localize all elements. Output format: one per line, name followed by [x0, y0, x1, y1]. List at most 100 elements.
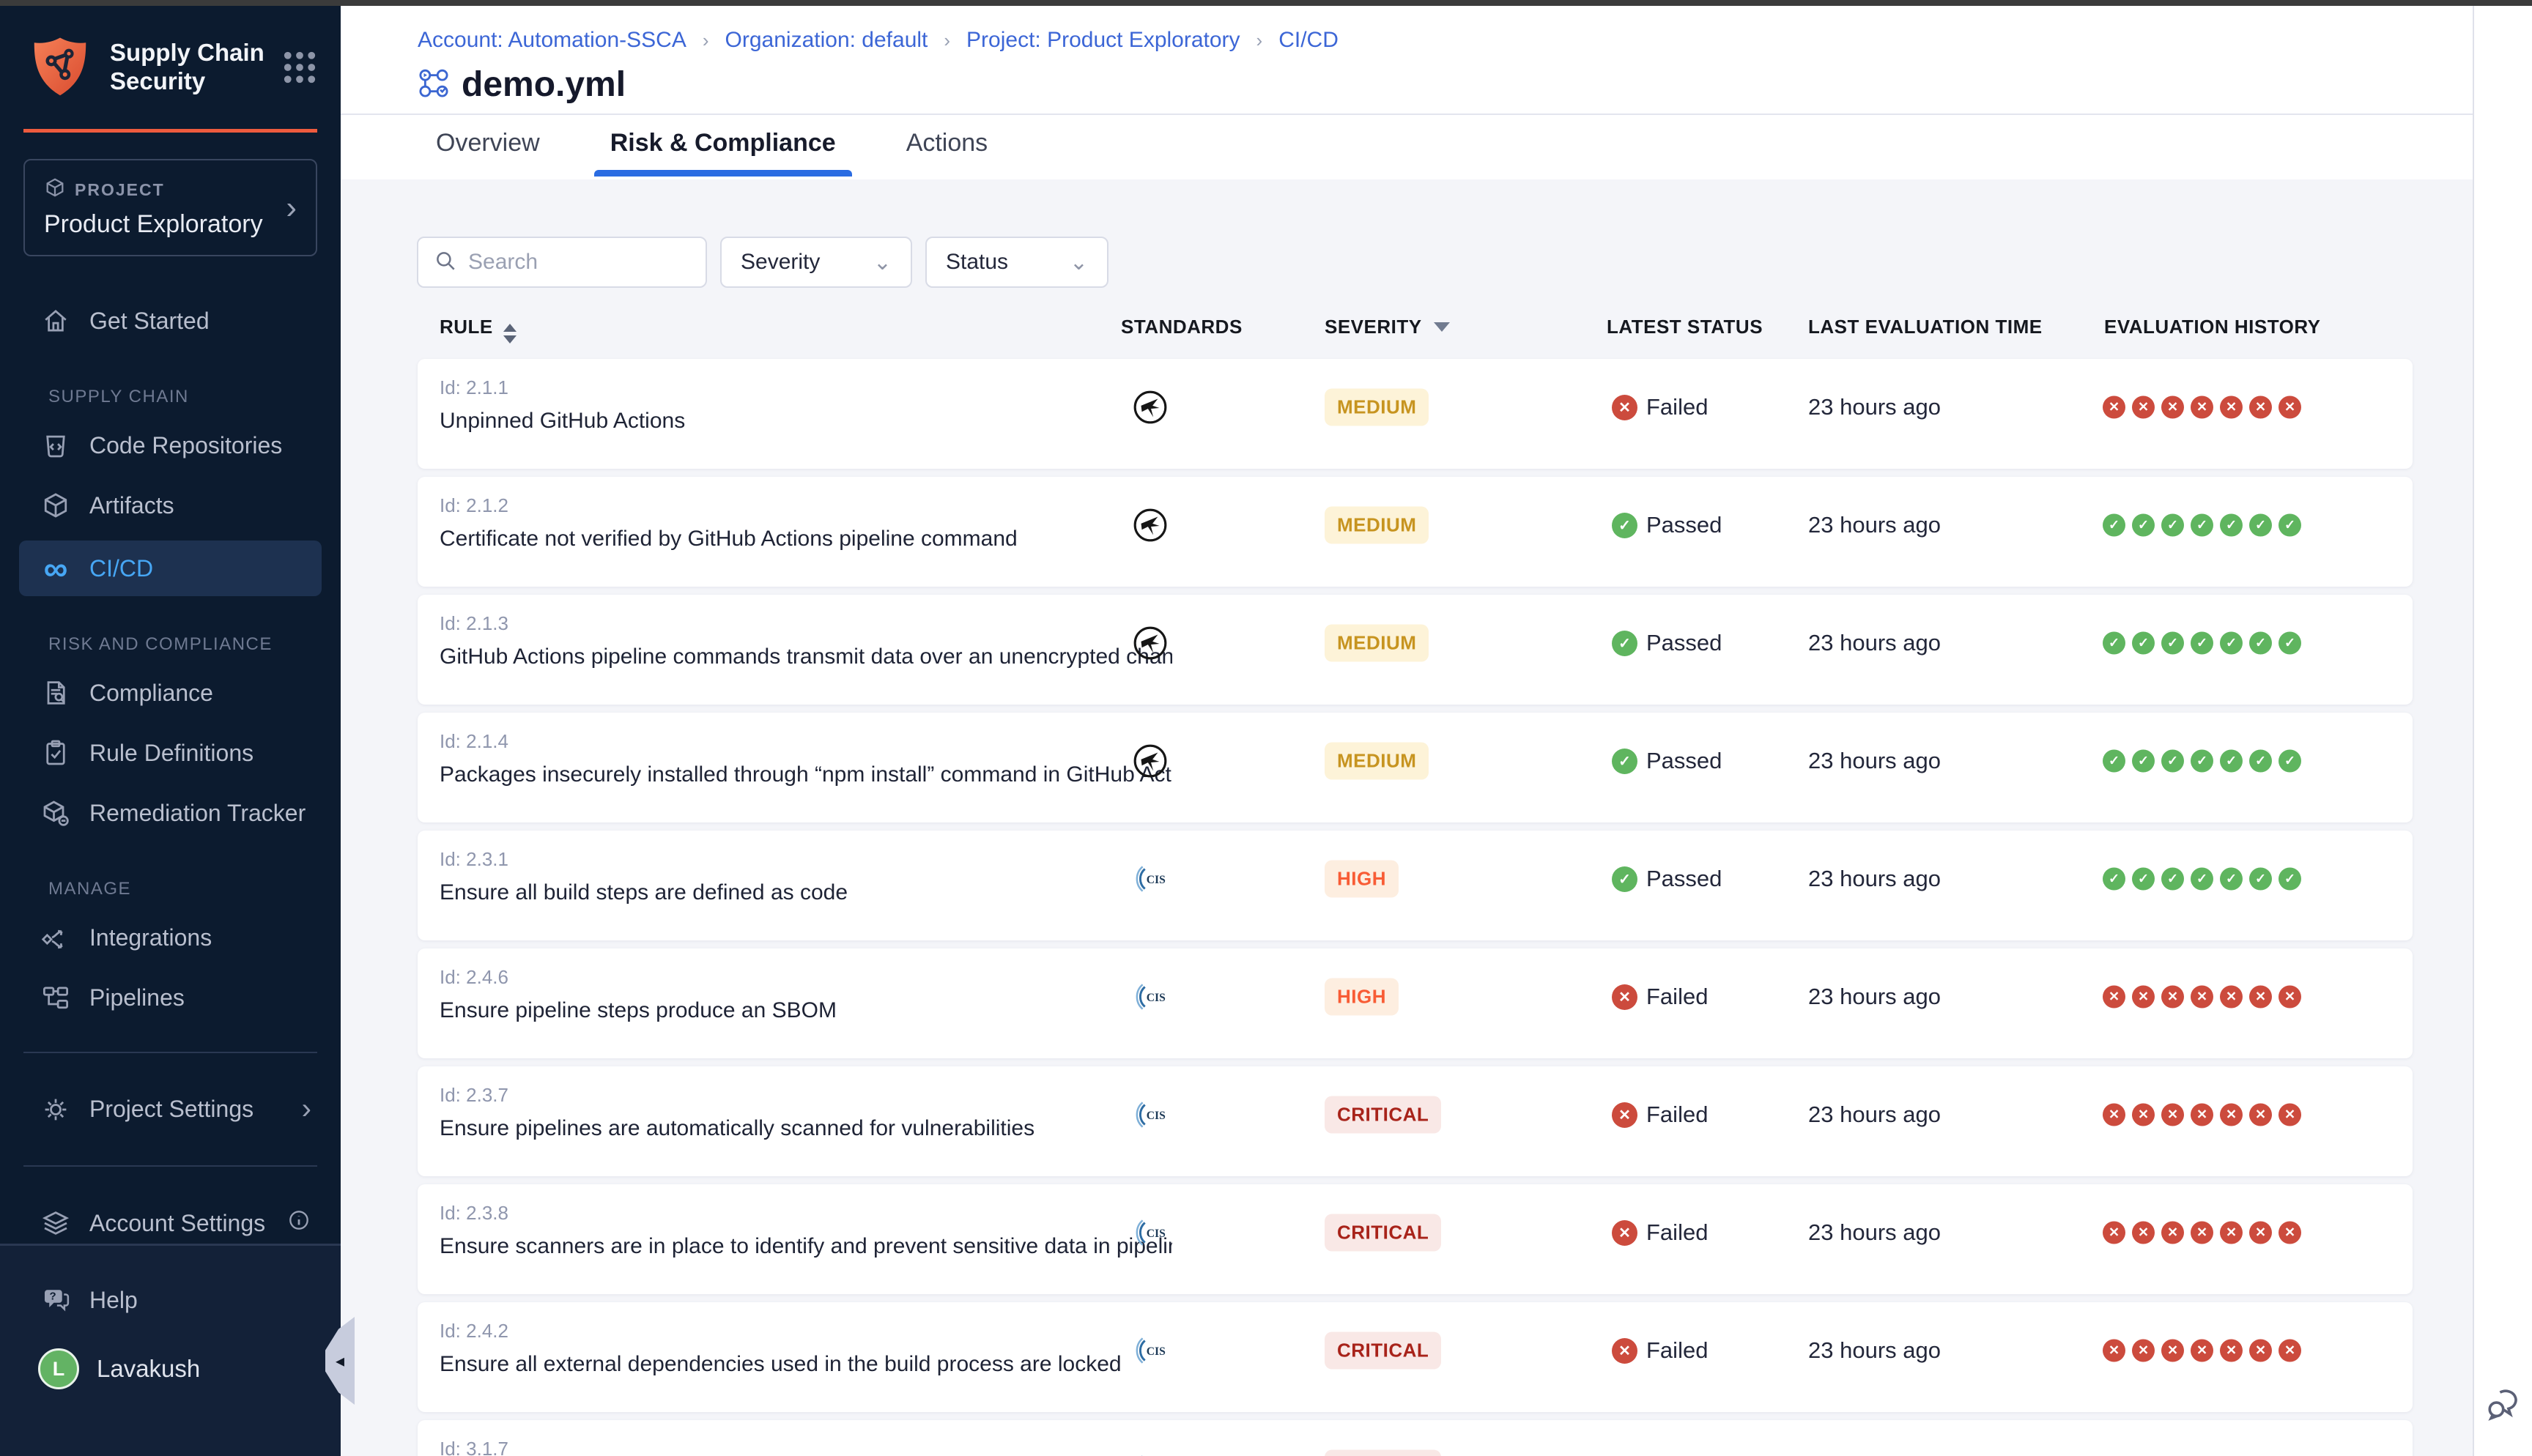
rule-id: Id: 2.1.4 [440, 730, 508, 753]
sidebar-item-integrations[interactable]: Integrations [0, 910, 341, 965]
failed-evaluation-icon: ✕ [2103, 1104, 2125, 1126]
bird-standard-icon [1132, 743, 1169, 779]
last-evaluation-time: 23 hours ago [1808, 630, 1941, 656]
sidebar-item-project-settings[interactable]: Project Settings› [0, 1080, 341, 1139]
column-evaluation-history: EVALUATION HISTORY [2104, 316, 2321, 338]
user-menu[interactable]: L Lavakush [0, 1329, 341, 1404]
column-rule[interactable]: RULE [440, 316, 517, 343]
sidebar-item-help[interactable]: ? Help [0, 1271, 341, 1329]
status-text: Passed [1646, 748, 1722, 774]
failed-evaluation-icon: ✕ [2279, 1104, 2301, 1126]
failed-evaluation-icon: ✕ [2191, 1104, 2213, 1126]
chevron-right-icon: › [286, 192, 297, 224]
sidebar-item-compliance[interactable]: Compliance [0, 665, 341, 721]
passed-evaluation-icon: ✓ [2220, 514, 2243, 537]
column-severity[interactable]: SEVERITY [1325, 316, 1450, 338]
failed-evaluation-icon: ✕ [2103, 986, 2125, 1009]
passed-status-icon: ✓ [1612, 631, 1637, 656]
tab-overview[interactable]: Overview [436, 129, 540, 177]
rule-row[interactable]: Id: 2.1.2Certificate not verified by Git… [418, 477, 2413, 587]
module-grid-icon[interactable] [281, 48, 319, 86]
help-chat-icon: ? [41, 1285, 70, 1315]
evaluation-history: ✕✕✕✕✕✕✕ [2103, 986, 2301, 1009]
severity-badge: CRITICAL [1325, 1450, 1441, 1456]
sidebar-item-pipelines[interactable]: Pipelines [0, 970, 341, 1025]
sidebar-item-remediation-tracker[interactable]: Remediation Tracker [0, 785, 341, 841]
last-evaluation-time: 23 hours ago [1808, 748, 1941, 774]
status-text: Failed [1646, 984, 1708, 1010]
passed-evaluation-icon: ✓ [2191, 632, 2213, 655]
failed-status-icon: ✕ [1612, 1102, 1637, 1128]
supply-chain-security-app: Supply Chain Security PROJECT [0, 0, 2532, 1456]
sidebar-item-cicd[interactable]: ∞CI/CD [19, 541, 322, 596]
passed-evaluation-icon: ✓ [2161, 750, 2184, 773]
cis-standard-icon: CIS [1132, 1214, 1169, 1251]
passed-evaluation-icon: ✓ [2161, 514, 2184, 537]
svg-text:CIS: CIS [1147, 1227, 1166, 1240]
rule-row[interactable]: Id: 2.3.1Ensure all build steps are defi… [418, 831, 2413, 940]
failed-evaluation-icon: ✕ [2103, 1222, 2125, 1244]
column-standards: STANDARDS [1121, 316, 1243, 338]
passed-evaluation-icon: ✓ [2279, 514, 2301, 537]
sidebar-item-label: Get Started [89, 308, 210, 335]
status-filter-dropdown[interactable]: Status ⌄ [925, 237, 1108, 288]
severity-badge: CRITICAL [1325, 1332, 1441, 1370]
tab-risk-compliance[interactable]: Risk & Compliance [610, 129, 836, 177]
passed-evaluation-icon: ✓ [2249, 750, 2272, 773]
project-selector[interactable]: PROJECT Product Exploratory › [23, 159, 317, 256]
failed-evaluation-icon: ✕ [2249, 1340, 2272, 1362]
failed-evaluation-icon: ✕ [2161, 986, 2184, 1009]
status-filter-label: Status [946, 250, 1008, 275]
breadcrumb-link[interactable]: CI/CD [1278, 28, 1339, 53]
rule-row[interactable]: Id: 2.3.8Ensure scanners are in place to… [418, 1184, 2413, 1294]
breadcrumb-link[interactable]: Project: Product Exploratory [966, 28, 1240, 53]
sidebar-item-label: Integrations [89, 924, 212, 951]
failed-evaluation-icon: ✕ [2249, 396, 2272, 419]
severity-badge: CRITICAL [1325, 1096, 1441, 1134]
sidebar-item-artifacts[interactable]: Artifacts [0, 478, 341, 533]
sidebar-item-label: Account Settings [89, 1210, 265, 1237]
breadcrumb-link[interactable]: Organization: default [725, 28, 928, 53]
failed-evaluation-icon: ✕ [2249, 1104, 2272, 1126]
risk-compliance-panel: Severity ⌄ Status ⌄ RULE STANDARDS SEVER… [341, 179, 2473, 1456]
rule-id: Id: 2.3.7 [440, 1084, 508, 1107]
nav-section-label: RISK AND COMPLIANCE [48, 634, 341, 655]
passed-evaluation-icon: ✓ [2103, 750, 2125, 773]
tab-actions[interactable]: Actions [906, 129, 988, 177]
last-evaluation-time: 23 hours ago [1808, 1102, 1941, 1128]
failed-evaluation-icon: ✕ [2161, 1104, 2184, 1126]
info-icon [286, 1208, 311, 1238]
divider [23, 1052, 317, 1053]
passed-evaluation-icon: ✓ [2103, 868, 2125, 891]
search-input[interactable] [468, 250, 688, 275]
sidebar-item-code-repositories[interactable]: Code Repositories [0, 417, 341, 473]
passed-evaluation-icon: ✓ [2249, 514, 2272, 537]
rule-name: Unpinned GitHub Actions [440, 409, 685, 434]
sidebar-item-get-started[interactable]: Get Started [0, 293, 341, 349]
passed-evaluation-icon: ✓ [2103, 632, 2125, 655]
rule-row[interactable]: Id: 2.3.7Ensure pipelines are automatica… [418, 1066, 2413, 1176]
rule-row[interactable]: Id: 3.1.7CISCRITICAL✕Failed23 hours ago✕… [418, 1420, 2413, 1456]
sidebar-item-label: Pipelines [89, 984, 185, 1011]
rule-row[interactable]: Id: 2.4.2Ensure all external dependencie… [418, 1302, 2413, 1412]
rule-name: Ensure pipeline steps produce an SBOM [440, 998, 837, 1023]
cis-standard-icon: CIS [1132, 1096, 1169, 1133]
failed-status-icon: ✕ [1612, 1338, 1637, 1364]
rule-row[interactable]: Id: 2.1.1Unpinned GitHub ActionsMEDIUM✕F… [418, 359, 2413, 469]
passed-evaluation-icon: ✓ [2132, 514, 2155, 537]
severity-badge: MEDIUM [1325, 507, 1429, 544]
rule-row[interactable]: Id: 2.4.6Ensure pipeline steps produce a… [418, 948, 2413, 1058]
project-settings-icon [41, 1095, 70, 1124]
failed-evaluation-icon: ✕ [2103, 396, 2125, 419]
rule-row[interactable]: Id: 2.1.3GitHub Actions pipeline command… [418, 595, 2413, 705]
severity-filter-dropdown[interactable]: Severity ⌄ [720, 237, 912, 288]
failed-evaluation-icon: ✕ [2220, 986, 2243, 1009]
rule-row[interactable]: Id: 2.1.4Packages insecurely installed t… [418, 713, 2413, 822]
rule-id: Id: 2.4.2 [440, 1320, 508, 1342]
breadcrumb-link[interactable]: Account: Automation-SSCA [418, 28, 686, 53]
feedback-chat-icon[interactable] [2484, 1383, 2525, 1424]
breadcrumb-separator: › [944, 29, 950, 52]
passed-evaluation-icon: ✓ [2191, 750, 2213, 773]
passed-evaluation-icon: ✓ [2279, 750, 2301, 773]
sidebar-item-rule-definitions[interactable]: Rule Definitions [0, 725, 341, 781]
